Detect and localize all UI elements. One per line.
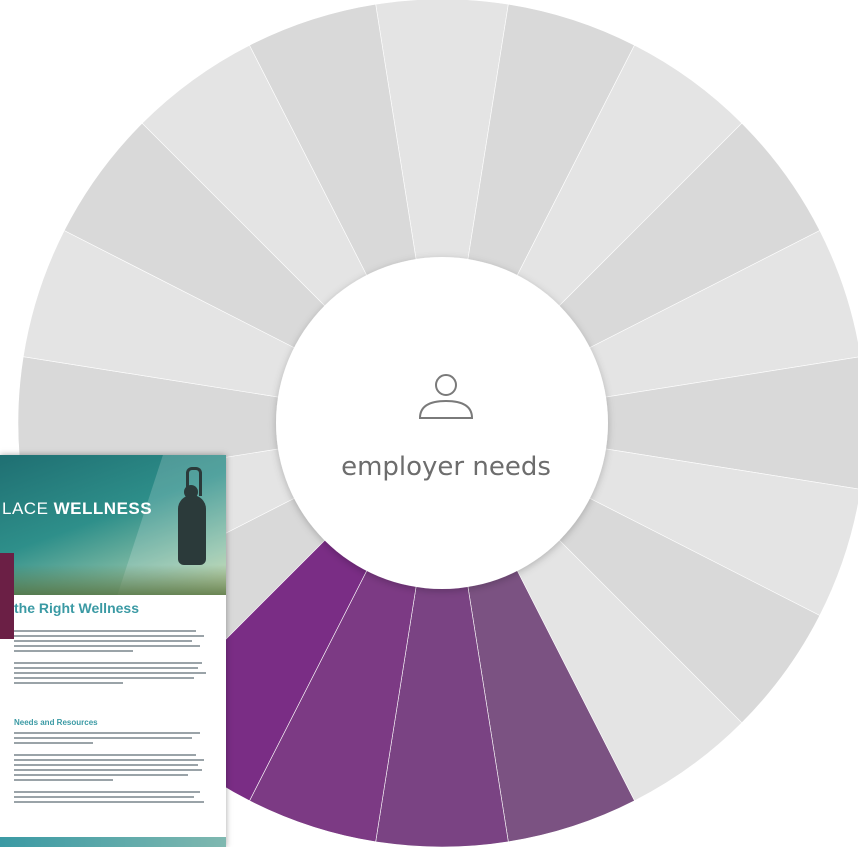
document-section-heading: Needs and Resources <box>14 718 98 727</box>
document-header-image: LACE WELLNESS <box>0 455 226 649</box>
document-body-text <box>14 630 212 687</box>
document-side-tab <box>0 553 14 639</box>
document-footer-bar <box>0 837 226 847</box>
wellness-document-thumbnail[interactable]: LACE WELLNESS the Right Wellness Needs a… <box>0 455 226 847</box>
document-brand: LACE WELLNESS <box>2 499 153 518</box>
hub-circle[interactable] <box>276 257 608 589</box>
yoga-figure-body <box>178 495 206 565</box>
document-title: the Right Wellness <box>14 600 139 616</box>
hub-label: employer needs <box>341 452 551 482</box>
document-body-text-2 <box>14 732 212 806</box>
